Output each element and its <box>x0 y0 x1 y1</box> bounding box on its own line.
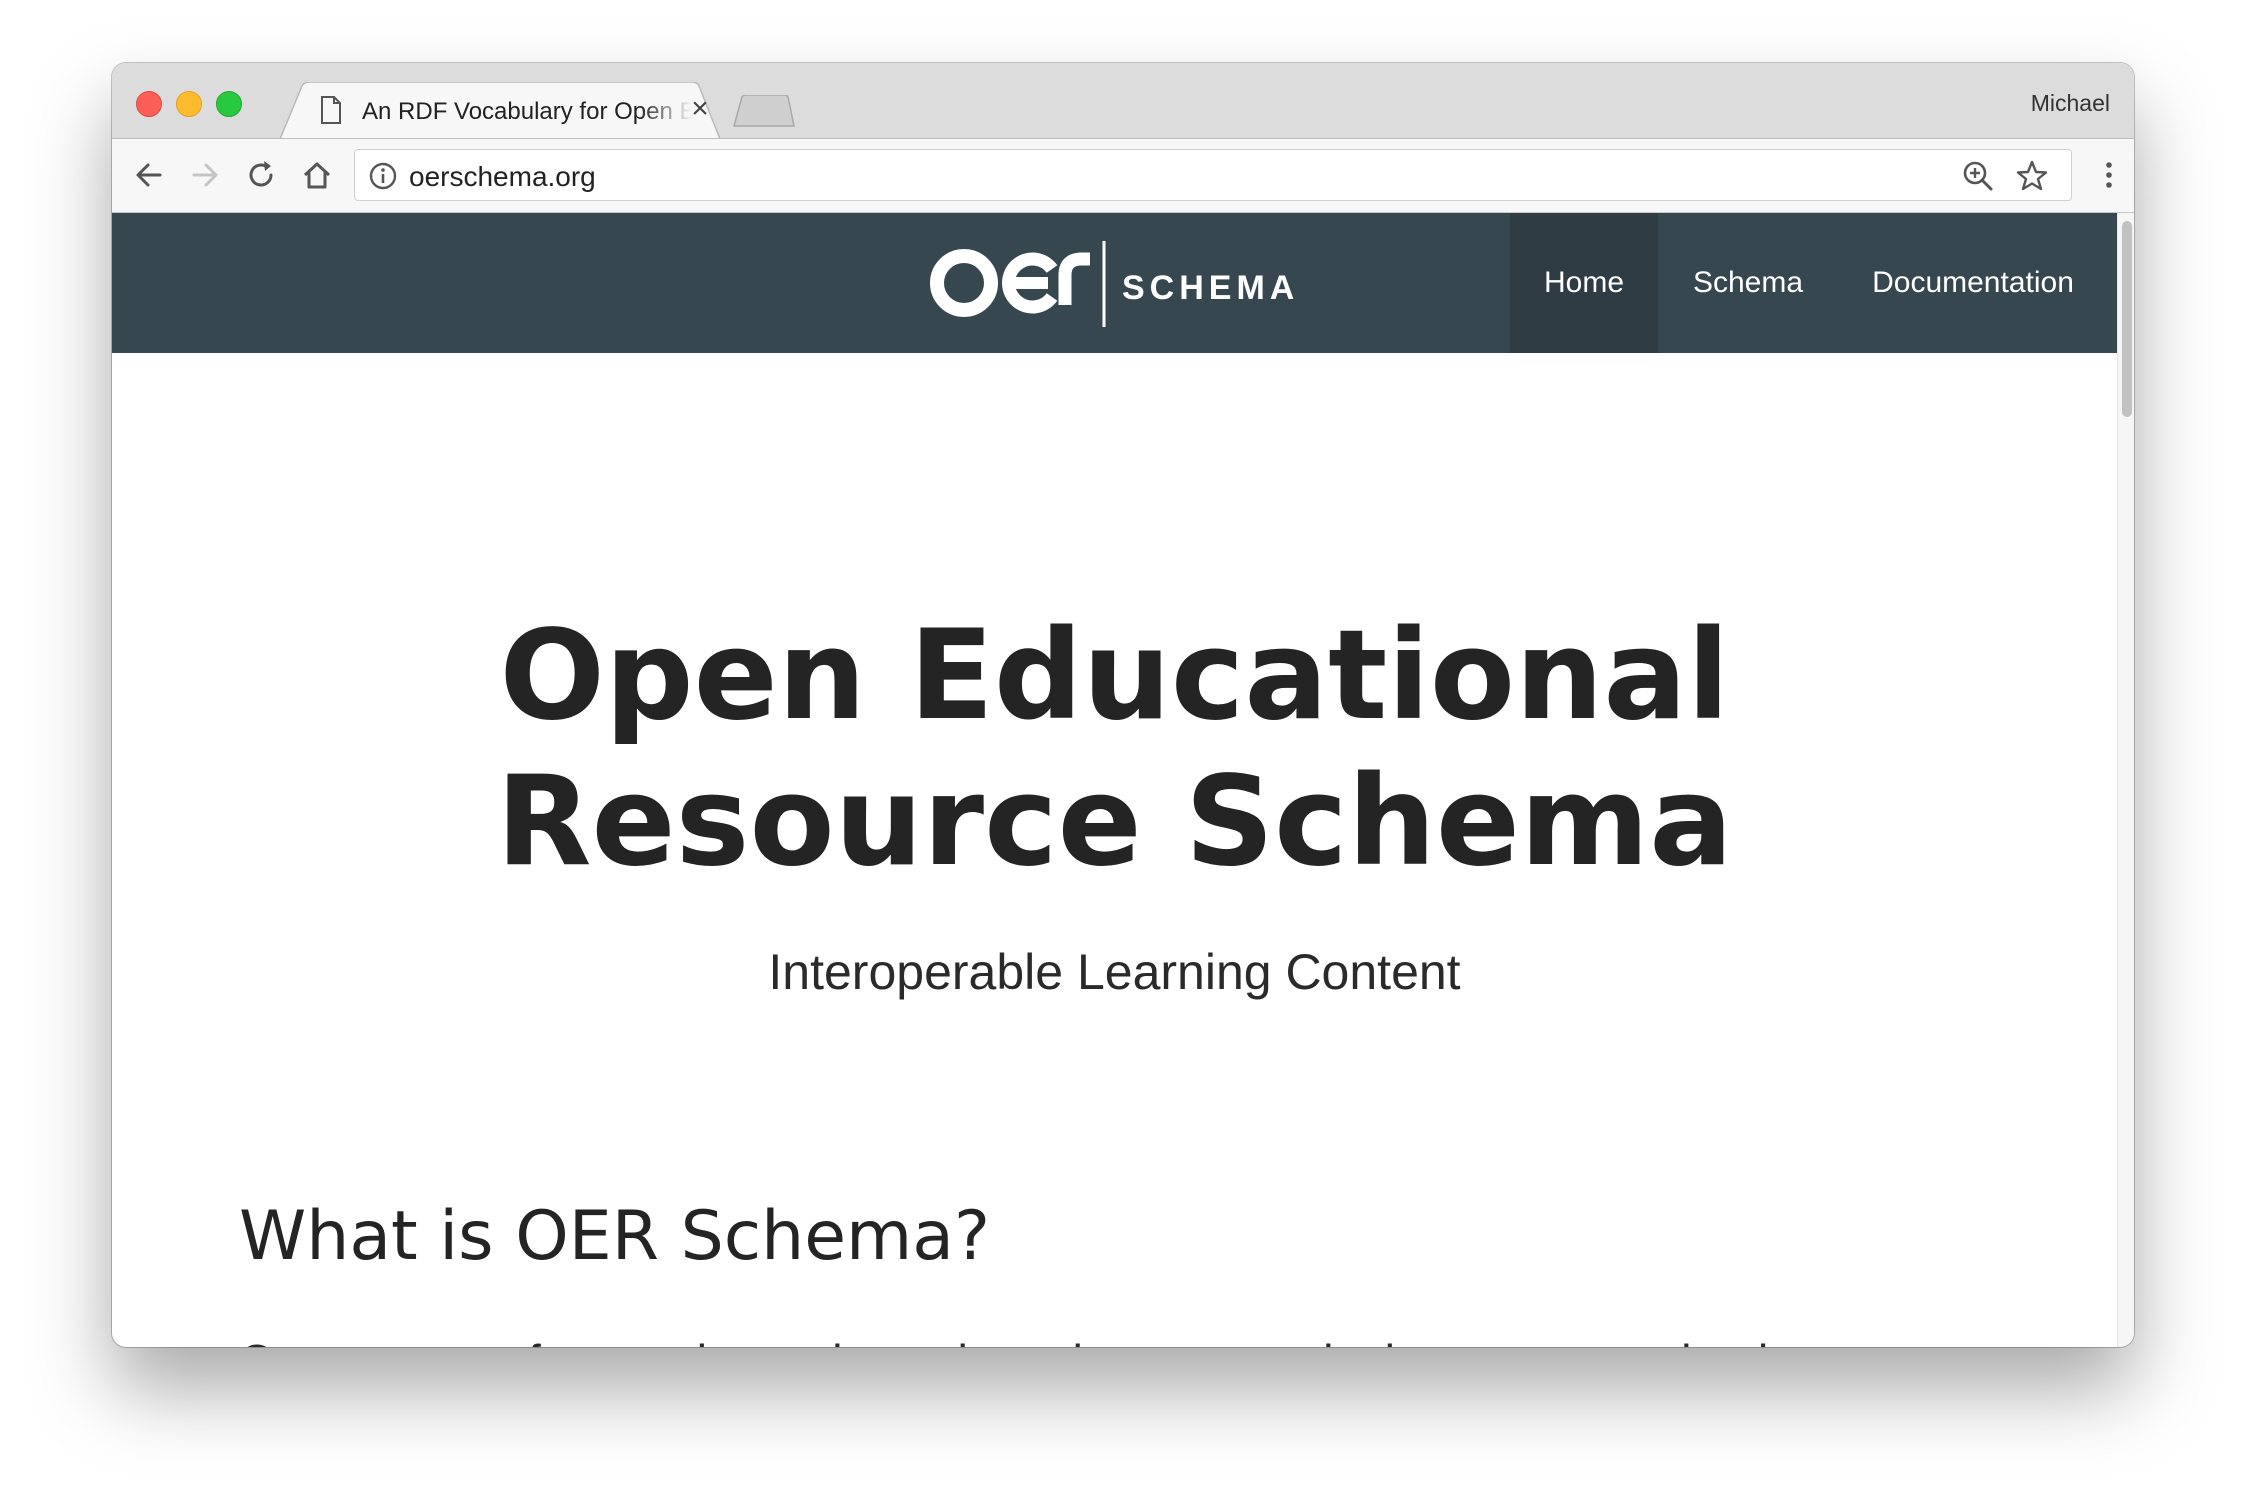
browser-tab-active[interactable]: An RDF Vocabulary for Open Educational R… <box>280 82 720 139</box>
new-tab-button[interactable] <box>732 95 796 127</box>
hero-title: Open Educational Resource Schema <box>112 603 2117 895</box>
tab-title: An RDF Vocabulary for Open Educational R… <box>362 98 692 125</box>
logo-wordmark: SCHEMA <box>1122 269 1294 307</box>
scrollbar-thumb[interactable] <box>2122 221 2132 417</box>
kebab-menu-icon[interactable] <box>2090 156 2128 194</box>
hero-subtitle: Interoperable Learning Content <box>768 944 1461 1000</box>
tab-strip: An RDF Vocabulary for Open Educational R… <box>112 63 2134 139</box>
hero-title-line2: Resource Schema <box>496 750 1733 894</box>
address-bar[interactable]: oerschema.org <box>354 149 2072 201</box>
zoom-in-icon[interactable] <box>1961 159 1995 193</box>
browser-window: An RDF Vocabulary for Open Educational R… <box>112 63 2134 1347</box>
section-body-text: Open content frequently results and requ… <box>239 1331 1989 1347</box>
hero-title-line1: Open Educational <box>499 604 1730 748</box>
oer-schema-logo[interactable]: SCHEMA <box>928 239 1294 329</box>
info-icon[interactable] <box>368 161 398 191</box>
page-scrollbar[interactable] <box>2117 213 2134 1347</box>
nav-home[interactable]: Home <box>1510 213 1658 353</box>
site-navbar: SCHEMA Home Schema Documentation <box>112 213 2117 353</box>
minimize-window-button[interactable] <box>176 91 202 117</box>
browser-toolbar: oerschema.org <box>112 138 2134 213</box>
nav-schema[interactable]: Schema <box>1658 213 1838 353</box>
maximize-window-button[interactable] <box>216 91 242 117</box>
section-body-clipped: Open content frequently results and requ… <box>239 1331 1989 1347</box>
forward-arrow-icon[interactable] <box>186 156 224 194</box>
page-icon <box>321 96 341 124</box>
reload-icon[interactable] <box>242 156 280 194</box>
profile-name[interactable]: Michael <box>2031 90 2110 117</box>
section-heading: What is OER Schema? <box>239 1197 991 1276</box>
back-arrow-icon[interactable] <box>130 156 168 194</box>
nav-documentation[interactable]: Documentation <box>1838 213 2108 353</box>
tab-close-icon[interactable]: × <box>688 94 712 124</box>
home-icon[interactable] <box>298 156 336 194</box>
close-window-button[interactable] <box>136 91 162 117</box>
star-icon[interactable] <box>2015 159 2049 193</box>
url-text[interactable]: oerschema.org <box>409 161 596 193</box>
